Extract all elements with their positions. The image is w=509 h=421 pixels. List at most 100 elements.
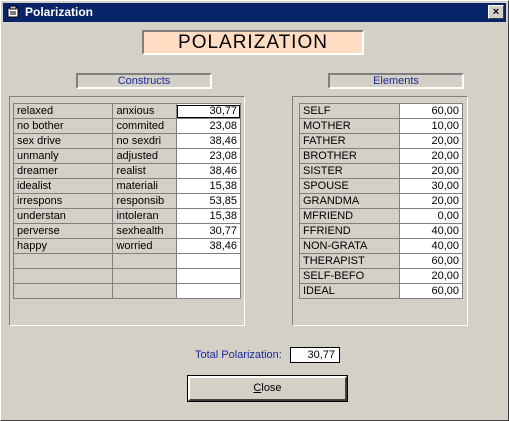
table-row[interactable]: FATHER 20,00 (299, 133, 464, 149)
construct-left-pole[interactable]: irrespons (12, 193, 114, 209)
table-row[interactable]: sex drive no sexdri 38,46 (12, 133, 242, 149)
table-row[interactable]: SPOUSE 30,00 (299, 178, 464, 194)
construct-value[interactable]: 30,77 (175, 103, 242, 119)
table-row[interactable]: understan intoleran 15,38 (12, 208, 242, 224)
construct-left-pole[interactable]: dreamer (12, 163, 114, 179)
construct-left-pole[interactable]: perverse (12, 223, 114, 239)
construct-right-pole[interactable] (112, 268, 177, 284)
element-value[interactable]: 40,00 (398, 223, 464, 239)
element-value[interactable]: 60,00 (398, 253, 464, 269)
element-name[interactable]: MFRIEND (299, 208, 400, 224)
constructs-label: Constructs (76, 73, 212, 89)
construct-right-pole[interactable]: materiali (112, 178, 177, 194)
element-name[interactable]: NON-GRATA (299, 238, 400, 254)
table-row[interactable]: no bother commited 23,08 (12, 118, 242, 134)
construct-right-pole[interactable] (112, 283, 177, 299)
element-value[interactable]: 40,00 (398, 238, 464, 254)
construct-left-pole[interactable]: sex drive (12, 133, 114, 149)
construct-left-pole[interactable]: no bother (12, 118, 114, 134)
construct-value[interactable]: 30,77 (175, 223, 242, 239)
element-value[interactable]: 60,00 (398, 283, 464, 299)
table-row[interactable]: IDEAL 60,00 (299, 283, 464, 299)
element-name[interactable]: FATHER (299, 133, 400, 149)
construct-right-pole[interactable]: adjusted (112, 148, 177, 164)
element-name[interactable]: SPOUSE (299, 178, 400, 194)
construct-left-pole[interactable]: happy (12, 238, 114, 254)
table-row[interactable]: MOTHER 10,00 (299, 118, 464, 134)
element-name[interactable]: GRANDMA (299, 193, 400, 209)
element-name[interactable]: IDEAL (299, 283, 400, 299)
element-name[interactable]: MOTHER (299, 118, 400, 134)
construct-left-pole[interactable]: idealist (12, 178, 114, 194)
table-row[interactable]: BROTHER 20,00 (299, 148, 464, 164)
title-bar[interactable]: Polarization × (3, 3, 506, 22)
construct-value[interactable]: 15,38 (175, 208, 242, 224)
construct-right-pole[interactable]: intoleran (112, 208, 177, 224)
element-name[interactable]: SELF-BEFO (299, 268, 400, 284)
close-button[interactable]: Close (187, 375, 348, 402)
element-name[interactable]: SELF (299, 103, 400, 119)
construct-right-pole[interactable]: responsib (112, 193, 177, 209)
construct-value[interactable] (175, 283, 242, 299)
construct-right-pole[interactable]: realist (112, 163, 177, 179)
construct-right-pole[interactable] (112, 253, 177, 269)
construct-value[interactable]: 23,08 (175, 148, 242, 164)
construct-value[interactable]: 23,08 (175, 118, 242, 134)
construct-right-pole[interactable]: no sexdri (112, 133, 177, 149)
table-row[interactable] (12, 268, 242, 284)
close-icon[interactable]: × (488, 5, 504, 19)
element-name[interactable]: SISTER (299, 163, 400, 179)
window-title: Polarization (25, 5, 94, 19)
table-row[interactable]: unmanly adjusted 23,08 (12, 148, 242, 164)
element-value[interactable]: 60,00 (398, 103, 464, 119)
construct-left-pole[interactable] (12, 268, 114, 284)
element-value[interactable]: 30,00 (398, 178, 464, 194)
table-row[interactable]: NON-GRATA 40,00 (299, 238, 464, 254)
element-value[interactable]: 20,00 (398, 148, 464, 164)
element-name[interactable]: BROTHER (299, 148, 400, 164)
table-row[interactable]: MFRIEND 0,00 (299, 208, 464, 224)
construct-right-pole[interactable]: commited (112, 118, 177, 134)
table-row[interactable]: irrespons responsib 53,85 (12, 193, 242, 209)
element-value[interactable]: 0,00 (398, 208, 464, 224)
table-row[interactable]: relaxed anxious 30,77 (12, 103, 242, 119)
construct-value[interactable] (175, 253, 242, 269)
table-row[interactable]: SELF-BEFO 20,00 (299, 268, 464, 284)
table-row[interactable] (12, 283, 242, 299)
table-row[interactable] (12, 253, 242, 269)
element-name[interactable]: THERAPIST (299, 253, 400, 269)
table-row[interactable]: perverse sexhealth 30,77 (12, 223, 242, 239)
table-row[interactable]: idealist materiali 15,38 (12, 178, 242, 194)
construct-value[interactable]: 15,38 (175, 178, 242, 194)
table-row[interactable]: FFRIEND 40,00 (299, 223, 464, 239)
element-name[interactable]: FFRIEND (299, 223, 400, 239)
element-value[interactable]: 20,00 (398, 193, 464, 209)
element-value[interactable]: 20,00 (398, 163, 464, 179)
construct-right-pole[interactable]: anxious (112, 103, 177, 119)
close-button-label: lose (261, 382, 282, 394)
construct-left-pole[interactable]: relaxed (12, 103, 114, 119)
construct-left-pole[interactable]: understan (12, 208, 114, 224)
table-row[interactable]: happy worried 38,46 (12, 238, 242, 254)
construct-left-pole[interactable]: unmanly (12, 148, 114, 164)
table-row[interactable]: SISTER 20,00 (299, 163, 464, 179)
construct-left-pole[interactable] (12, 283, 114, 299)
construct-value[interactable]: 38,46 (175, 238, 242, 254)
table-row[interactable]: GRANDMA 20,00 (299, 193, 464, 209)
construct-right-pole[interactable]: sexhealth (112, 223, 177, 239)
element-value[interactable]: 20,00 (398, 268, 464, 284)
table-row[interactable]: dreamer realist 38,46 (12, 163, 242, 179)
construct-value[interactable]: 38,46 (175, 163, 242, 179)
elements-table: SELF 60,00 MOTHER 10,00 FATHER 20,00 BROTHER 20… (299, 103, 464, 299)
total-polarization-value: 30,77 (290, 347, 340, 363)
element-value[interactable]: 20,00 (398, 133, 464, 149)
construct-left-pole[interactable] (12, 253, 114, 269)
element-value[interactable]: 10,00 (398, 118, 464, 134)
construct-value[interactable]: 53,85 (175, 193, 242, 209)
table-row[interactable]: THERAPIST 60,00 (299, 253, 464, 269)
constructs-panel: relaxed anxious 30,77 no bother commited 23,0… (9, 96, 245, 326)
construct-right-pole[interactable]: worried (112, 238, 177, 254)
table-row[interactable]: SELF 60,00 (299, 103, 464, 119)
construct-value[interactable] (175, 268, 242, 284)
construct-value[interactable]: 38,46 (175, 133, 242, 149)
